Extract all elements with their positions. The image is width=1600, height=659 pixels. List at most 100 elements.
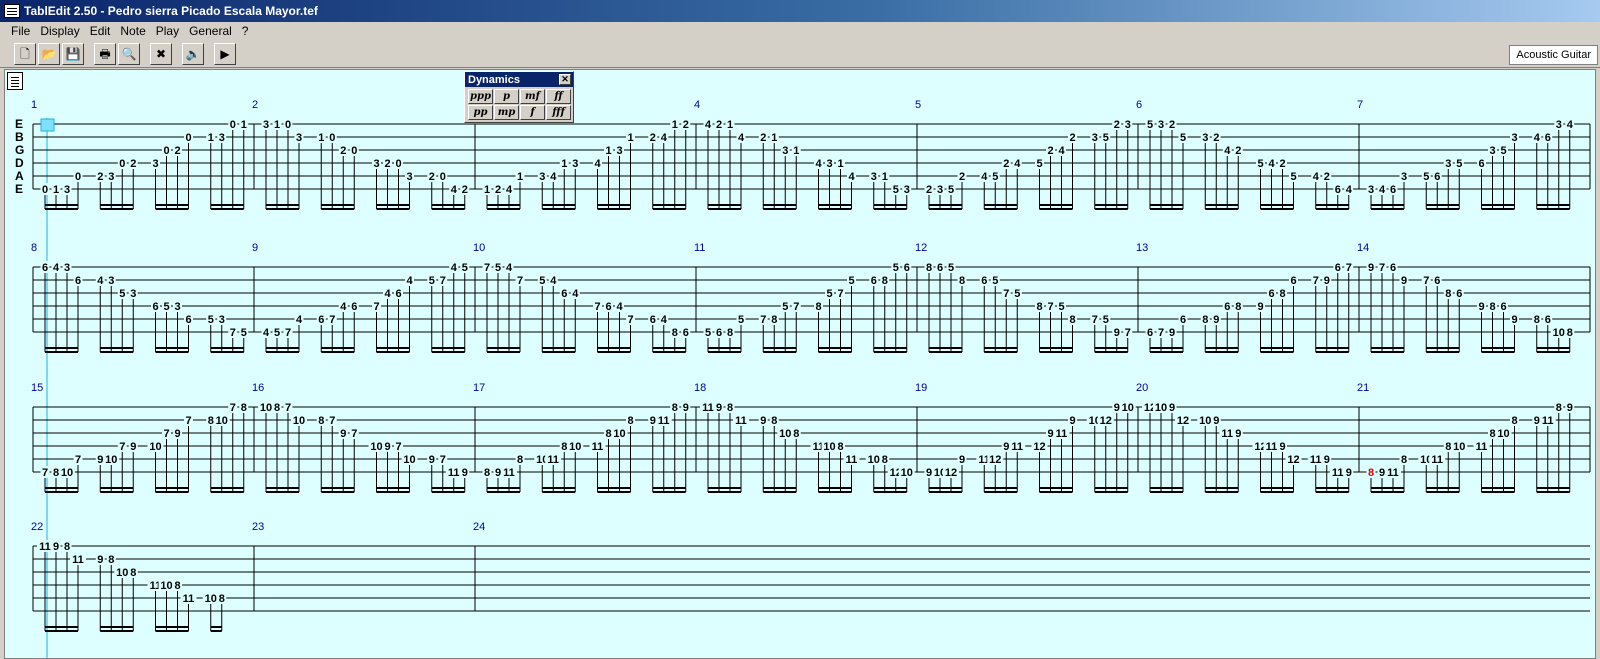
fret-number: 5 [1180,132,1186,144]
fret-number: 6 [1390,184,1396,196]
fret-number: 11 [1266,441,1278,453]
print-button[interactable]: 🖶 [94,42,116,65]
fret-number: 5 [782,301,788,313]
dynamics-button-ppp[interactable]: ppp [468,89,493,104]
fret-number: 8 [1534,314,1540,326]
instrument-selector[interactable]: Acoustic Guitar [1509,45,1598,65]
fret-number: 8 [793,428,799,440]
fret-number: 8 [174,580,180,592]
fret-number: 10 [370,441,382,453]
menu-file[interactable]: File [6,24,35,38]
fret-number: 7 [837,288,843,300]
fret-number: 2 [1047,145,1053,157]
fret-number: 9 [174,428,180,440]
fret-number: 4 [1313,171,1320,183]
fret-number: 1 [274,119,280,131]
fret-number: 6 [1390,262,1396,274]
fret-number: 5 [992,171,998,183]
fret-number: 1 [208,132,214,144]
menu-display[interactable]: Display [35,24,84,38]
fret-number: 3 [406,171,412,183]
fret-number: 8 [219,593,225,605]
fret-number: 4 [1058,145,1065,157]
fret-number: 7 [1125,327,1131,339]
dynamics-button-p[interactable]: p [494,89,519,104]
fret-number: 6 [1434,171,1440,183]
fret-number: 5 [539,275,545,287]
fret-number: 0 [230,119,236,131]
fret-number: 7 [1313,275,1319,287]
measure-number: 16 [252,382,264,394]
fret-number: 8 [1401,454,1407,466]
measure-number: 5 [915,99,921,111]
fret-number: 10 [260,402,272,414]
fret-number: 10 [216,415,228,427]
measure-number: 14 [1357,242,1369,254]
measure-number: 7 [1357,99,1363,111]
close-icon[interactable]: ✕ [559,74,571,85]
fret-number: 11 [702,402,714,414]
print-icon: 🖶 [99,46,111,61]
fret-number: 10 [823,441,835,453]
fret-number: 7 [760,314,766,326]
fret-number: 4 [661,314,668,326]
fret-number: 8 [1567,327,1573,339]
fret-number: 10 [205,593,217,605]
dynamics-button-mf[interactable]: mf [520,89,545,104]
fret-number: 8 [484,467,490,479]
fret-number: 10 [160,580,172,592]
dynamics-button-mp[interactable]: mp [494,105,519,120]
fret-number: 3 [937,184,943,196]
menu-note[interactable]: Note [115,24,150,38]
save-button[interactable]: 💾 [62,42,84,65]
dynamics-button-pp[interactable]: pp [468,105,493,120]
measure-number: 13 [1136,242,1148,254]
fret-number: 2 [384,158,390,170]
play-icon: ▶ [220,46,230,61]
menu-general[interactable]: General [184,24,237,38]
open-file-icon: 📂 [41,46,57,61]
fret-number: 0 [119,158,125,170]
fret-number: 3 [1401,171,1407,183]
fret-number: 8 [1279,288,1285,300]
fret-number: 8 [1489,301,1495,313]
fret-number: 10 [779,428,791,440]
midi-button[interactable]: 🔈 [182,42,204,65]
fret-number: 6 [1290,275,1296,287]
tablature-score[interactable]: EBGDAE10 1 30 2 30 2 30 20 1 30 123 1 03 1 02 03 2 03 2 04 2… [5,70,1596,659]
fret-number: 8 [1511,415,1517,427]
fret-number: 6 [1180,314,1186,326]
fret-number: 7 [285,327,291,339]
fret-number: 0 [351,145,357,157]
measure-number: 11 [694,242,705,254]
dynamics-button-f[interactable]: f [520,105,545,120]
measure-number: 21 [1357,382,1369,394]
measure-number: 15 [31,382,43,394]
fret-number: 1 [561,158,567,170]
fret-number: 8 [1202,314,1208,326]
fret-number: 8 [1368,467,1374,479]
fret-number: 9 [1069,415,1075,427]
fret-number: 6 [351,301,357,313]
open-file-button[interactable]: 📂 [38,42,60,65]
menu-play[interactable]: Play [151,24,184,38]
fret-number: 2 [1114,119,1120,131]
menu-edit[interactable]: Edit [85,24,116,38]
string-name: E [15,117,23,131]
delete-button[interactable]: ✖ [150,42,172,65]
fret-number: 2 [760,132,766,144]
fret-number: 3 [64,184,70,196]
fret-number: 10 [116,567,128,579]
fret-number: 8 [208,415,214,427]
fret-number: 11 [1056,428,1068,440]
tablature-workspace[interactable]: EBGDAE1013023023020130123103102032032042… [4,69,1596,659]
fret-number: 4 [53,262,60,274]
fret-number: 3 [296,132,302,144]
play-button[interactable]: ▶ [214,42,236,65]
menu-help[interactable]: ? [237,24,254,38]
new-file-button[interactable]: 🗋 [14,42,36,65]
dynamics-button-fff[interactable]: fff [546,105,571,120]
fret-number: 6 [871,275,877,287]
dynamics-button-ff[interactable]: ff [546,89,571,104]
print-preview-button[interactable]: 🔍 [118,42,140,65]
